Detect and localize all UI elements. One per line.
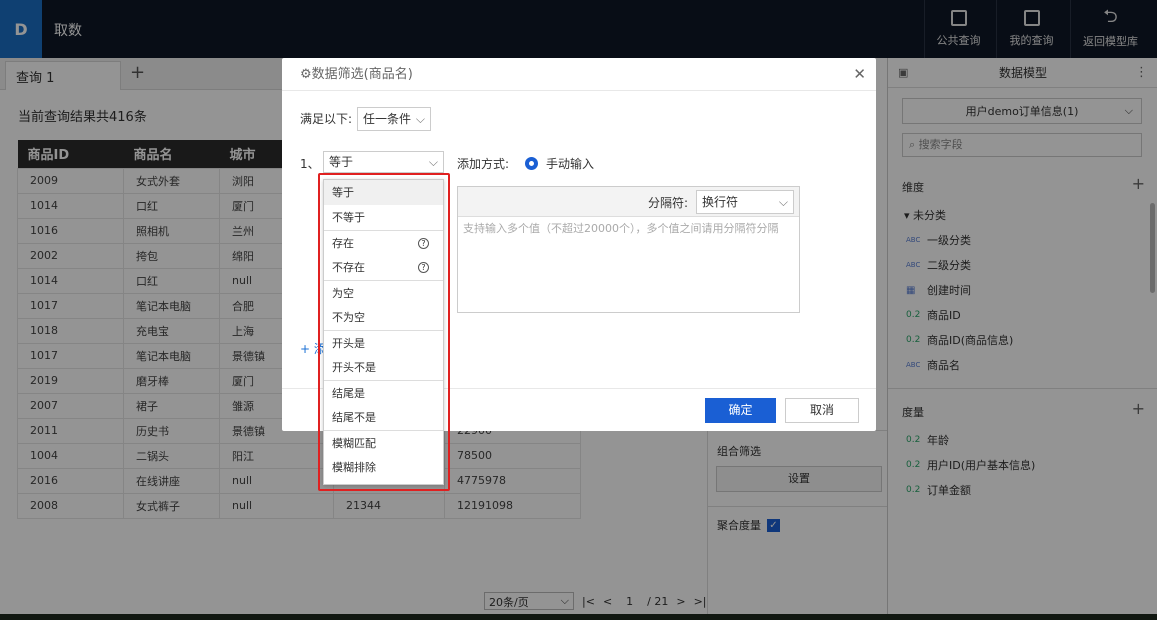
highlight-box bbox=[318, 173, 450, 491]
condition-select[interactable]: 任一条件 ⌵ bbox=[357, 107, 431, 131]
operator-select[interactable]: 等于 ⌵ bbox=[323, 151, 444, 173]
dialog-title: ⚙数据筛选(商品名) bbox=[282, 58, 876, 91]
chevron-down-icon: ⌵ bbox=[428, 155, 438, 169]
chevron-down-icon: ⌵ bbox=[778, 195, 788, 209]
close-icon[interactable]: ✕ bbox=[853, 58, 866, 91]
cancel-button[interactable]: 取消 bbox=[785, 398, 859, 423]
values-placeholder: 支持输入多个值（不超过20000个），多个值之间请用分隔符分隔 bbox=[463, 222, 779, 235]
add-mode: 添加方式: 手动输入 bbox=[457, 157, 595, 171]
separator-select[interactable]: 换行符 ⌵ bbox=[696, 190, 794, 214]
rule-number: 1、 bbox=[300, 157, 320, 171]
separator-label: 分隔符: bbox=[648, 196, 689, 210]
confirm-button[interactable]: 确定 bbox=[705, 398, 776, 423]
chevron-down-icon: ⌵ bbox=[415, 112, 425, 126]
manual-input-radio[interactable] bbox=[525, 157, 539, 170]
condition-label: 满足以下: bbox=[300, 112, 353, 126]
values-textarea[interactable]: 分隔符: 换行符 ⌵ 支持输入多个值（不超过20000个），多个值之间请用分隔符… bbox=[457, 186, 800, 313]
